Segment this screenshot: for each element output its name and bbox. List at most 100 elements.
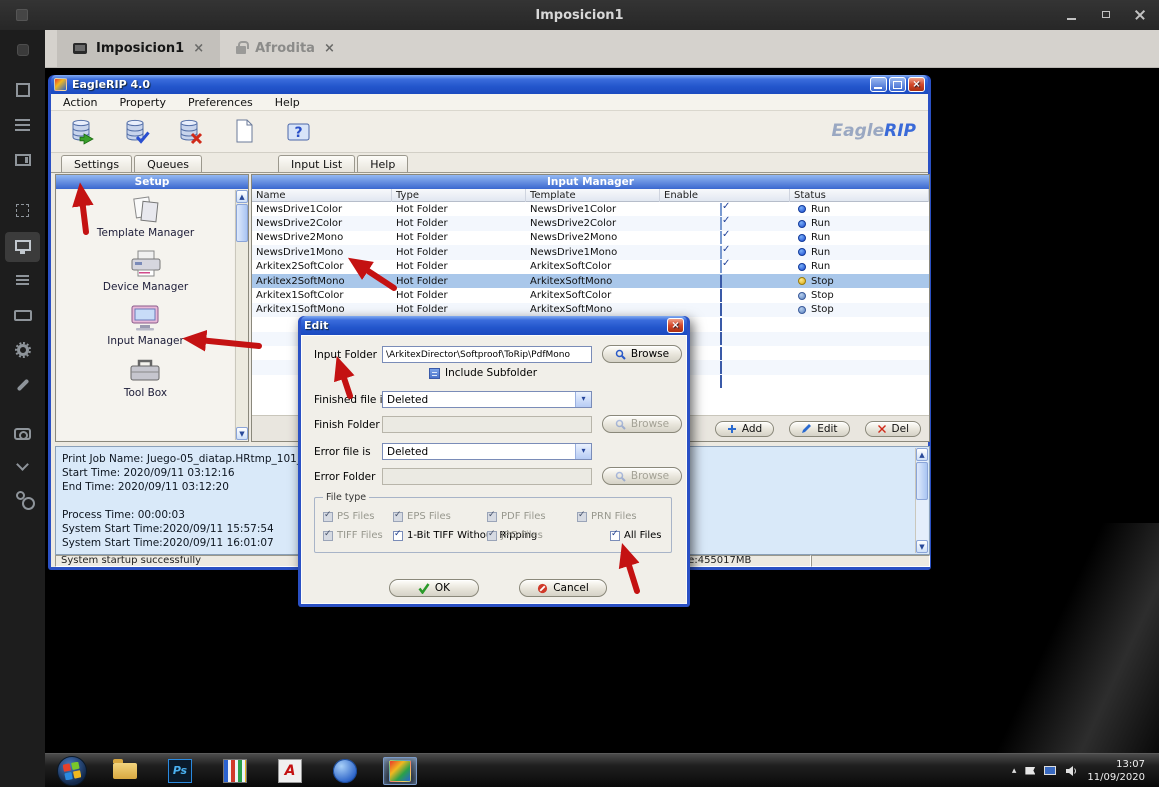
enable-checkbox[interactable] xyxy=(720,347,722,360)
checkbox-all-files[interactable]: All Files xyxy=(610,530,662,541)
enable-checkbox[interactable] xyxy=(720,217,722,230)
scroll-down-icon[interactable]: ▼ xyxy=(236,427,248,440)
browse-input-folder-button[interactable]: Browse xyxy=(602,345,682,363)
menu-action[interactable]: Action xyxy=(63,96,97,109)
setup-item-input-manager[interactable]: Input Manager xyxy=(107,301,184,347)
ok-button[interactable]: OK xyxy=(389,579,479,597)
help-book-icon[interactable]: ? xyxy=(285,117,312,145)
action-center-icon[interactable] xyxy=(1025,767,1035,775)
pin-icon[interactable] xyxy=(0,39,45,61)
tab-help[interactable]: Help xyxy=(357,155,408,172)
selection-icon[interactable] xyxy=(0,199,45,221)
tab-queues[interactable]: Queues xyxy=(134,155,202,172)
cancel-button[interactable]: Cancel xyxy=(519,579,607,597)
screenshot-icon[interactable] xyxy=(0,423,45,445)
scroll-thumb[interactable] xyxy=(236,204,248,242)
include-subfolder-checkbox[interactable]: Include Subfolder xyxy=(429,367,537,379)
keyboard-icon[interactable] xyxy=(0,304,45,326)
table-row[interactable]: NewsDrive1ColorHot FolderNewsDrive1Color… xyxy=(252,202,929,216)
chevron-down-icon[interactable]: ▾ xyxy=(575,392,591,407)
error-folder-label: Error Folder xyxy=(314,471,375,483)
table-row[interactable]: NewsDrive2MonoHot FolderNewsDrive2MonoRu… xyxy=(252,231,929,245)
enable-checkbox[interactable] xyxy=(720,318,722,331)
tab-input-list[interactable]: Input List xyxy=(278,155,355,172)
delete-button[interactable]: Del xyxy=(865,421,921,437)
tools-icon[interactable] xyxy=(0,374,45,396)
clock[interactable]: 13:07 11/09/2020 xyxy=(1087,758,1145,784)
scroll-down-icon[interactable]: ▼ xyxy=(916,540,928,553)
network-icon[interactable] xyxy=(1044,766,1056,775)
side-panel-icon[interactable] xyxy=(0,149,45,171)
setup-item-device-manager[interactable]: Device Manager xyxy=(103,247,188,293)
enable-checkbox[interactable] xyxy=(720,231,722,244)
tab-afrodita[interactable]: Afrodita × xyxy=(220,30,351,67)
list-icon[interactable] xyxy=(0,269,45,291)
log-scrollbar[interactable]: ▲ ▼ xyxy=(915,448,928,553)
gear-icon[interactable] xyxy=(0,339,45,361)
table-row-selected[interactable]: Arkitex2SoftMonoHot FolderArkitexSoftMon… xyxy=(252,274,929,288)
enable-checkbox[interactable] xyxy=(720,260,722,273)
setup-item-tool-box[interactable]: Tool Box xyxy=(124,355,167,399)
dialog-close-icon[interactable]: × xyxy=(667,318,684,333)
database-delete-icon[interactable] xyxy=(177,117,204,145)
taskbar-eaglerip-button[interactable] xyxy=(383,757,417,785)
enable-checkbox[interactable] xyxy=(720,303,722,316)
input-folder-field[interactable] xyxy=(382,346,592,363)
rip-minimize-icon[interactable] xyxy=(870,77,887,92)
tab-settings[interactable]: Settings xyxy=(61,155,132,172)
menu-property[interactable]: Property xyxy=(119,96,166,109)
fullscreen-icon[interactable] xyxy=(0,79,45,101)
minimize-icon[interactable] xyxy=(1065,8,1079,22)
table-row[interactable]: Arkitex2SoftColorHot FolderArkitexSoftCo… xyxy=(252,260,929,274)
rip-maximize-icon[interactable] xyxy=(889,77,906,92)
eaglerip-titlebar[interactable]: EagleRIP 4.0 × xyxy=(51,75,928,94)
tab-close-icon[interactable]: × xyxy=(193,41,204,56)
edit-button[interactable]: Edit xyxy=(789,421,849,437)
display-icon[interactable] xyxy=(0,234,45,256)
scroll-up-icon[interactable]: ▲ xyxy=(916,448,928,461)
close-icon[interactable] xyxy=(1133,8,1147,22)
menu-help[interactable]: Help xyxy=(275,96,300,109)
table-row[interactable]: NewsDrive2ColorHot FolderNewsDrive2Color… xyxy=(252,216,929,230)
tab-imposicion1[interactable]: Imposicion1 × xyxy=(57,30,220,67)
setup-item-template-manager[interactable]: Template Manager xyxy=(97,195,194,239)
rip-close-icon[interactable]: × xyxy=(908,77,925,92)
taskbar-photoshop-button[interactable]: Ps xyxy=(163,757,197,785)
tab-label: Imposicion1 xyxy=(96,41,184,56)
edit-dialog-titlebar[interactable]: Edit × xyxy=(301,316,687,335)
enable-checkbox[interactable] xyxy=(720,361,722,374)
database-enable-icon[interactable] xyxy=(123,117,150,145)
enable-checkbox[interactable] xyxy=(720,203,722,216)
link-icon[interactable] xyxy=(0,486,45,508)
tab-close-icon[interactable]: × xyxy=(324,41,335,56)
enable-checkbox[interactable] xyxy=(720,275,722,288)
taskbar-browser-button[interactable] xyxy=(328,757,362,785)
error-file-select[interactable]: Deleted ▾ xyxy=(382,443,592,460)
tray-chevron-icon[interactable]: ▴ xyxy=(1012,766,1017,776)
table-row[interactable]: Arkitex1SoftMonoHot FolderArkitexSoftMon… xyxy=(252,303,929,317)
finished-file-select[interactable]: Deleted ▾ xyxy=(382,391,592,408)
speaker-icon[interactable] xyxy=(1065,765,1078,777)
setup-scrollbar[interactable]: ▲ ▼ xyxy=(235,190,248,440)
clock-date: 11/09/2020 xyxy=(1087,771,1145,784)
table-row[interactable]: Arkitex1SoftColorHot FolderArkitexSoftCo… xyxy=(252,288,929,302)
enable-checkbox[interactable] xyxy=(720,375,722,388)
document-icon[interactable] xyxy=(231,117,258,145)
start-button[interactable] xyxy=(57,756,87,786)
enable-checkbox[interactable] xyxy=(720,332,722,345)
taskbar-explorer-button[interactable] xyxy=(108,757,142,785)
table-row[interactable]: NewsDrive1MonoHot FolderNewsDrive1MonoRu… xyxy=(252,245,929,259)
chevron-down-icon[interactable]: ▾ xyxy=(575,444,591,459)
restore-icon[interactable] xyxy=(1099,8,1113,22)
add-button[interactable]: Add xyxy=(715,421,774,437)
taskbar-stripes-app-button[interactable] xyxy=(218,757,252,785)
enable-checkbox[interactable] xyxy=(720,246,722,259)
taskbar-acrobat-button[interactable]: A xyxy=(273,757,307,785)
scroll-up-icon[interactable]: ▲ xyxy=(236,190,248,203)
database-start-icon[interactable] xyxy=(69,117,96,145)
chevron-down-icon[interactable] xyxy=(0,455,45,477)
scroll-thumb[interactable] xyxy=(916,462,928,500)
menu-icon[interactable] xyxy=(0,114,45,136)
menu-preferences[interactable]: Preferences xyxy=(188,96,253,109)
enable-checkbox[interactable] xyxy=(720,289,722,302)
